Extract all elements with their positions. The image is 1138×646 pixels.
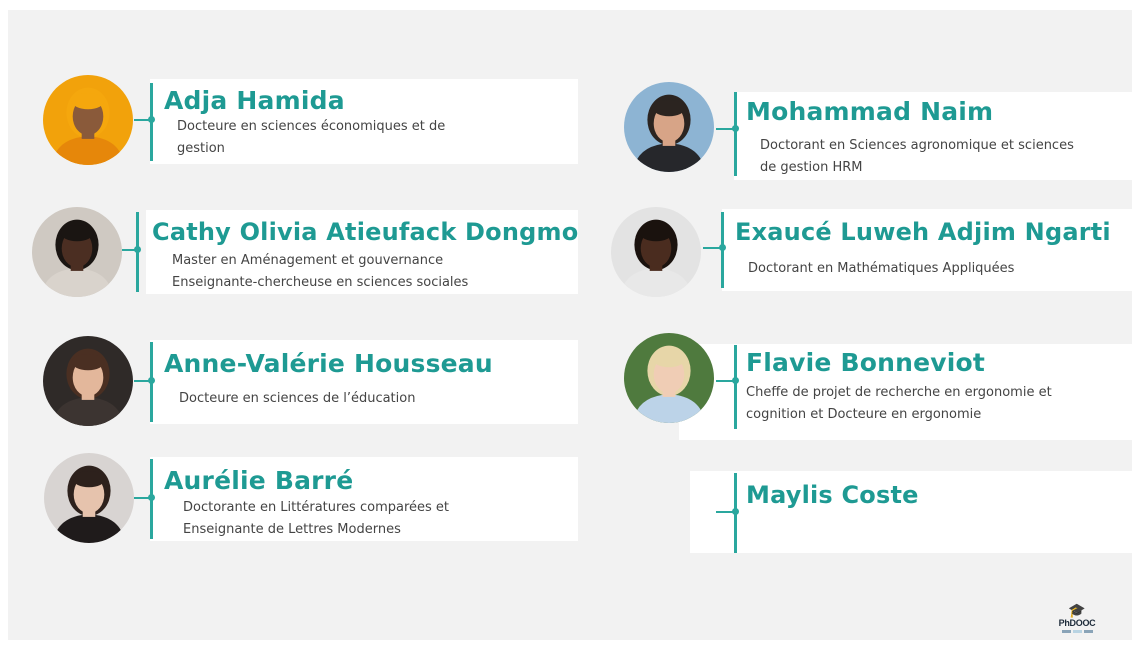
description-line: Cheffe de projet de recherche en ergonom… [746,385,1052,400]
person-name: Adja Hamida [164,86,345,115]
person-photo-icon [32,207,122,297]
logo-brand-text: PhDOOC [1058,618,1096,628]
person-name: Anne-Valérie Housseau [164,349,493,378]
avatar-0 [43,75,133,165]
person-description: Docteure en sciences économiques et de g… [177,116,445,160]
person-description: Doctorant en Sciences agronomique et sci… [760,135,1074,179]
connector-dot [148,377,155,384]
avatar-4 [624,82,714,172]
avatar-3 [44,453,134,543]
connector-dot [148,116,155,123]
description-line: gestion [177,141,225,156]
connector-dot [134,246,141,253]
connector-vertical [734,92,737,176]
connector-dot [148,494,155,501]
person-name: Exaucé Luweh Adjim Ngarti [735,218,1111,246]
person-photo-icon [624,82,714,172]
connector-dot [732,508,739,515]
person-photo-icon [611,207,701,297]
person-description: Doctorant en Mathématiques Appliquées [748,258,1014,280]
graduation-cap-icon: 🎓 [1068,603,1086,619]
description-line: Enseignante-chercheuse en sciences socia… [172,275,469,290]
person-name: Maylis Coste [746,481,919,509]
person-description: Cheffe de projet de recherche en ergonom… [746,382,1052,426]
phdooc-logo: 🎓 PhDOOC [1057,604,1097,644]
description-line: de gestion HRM [760,160,863,175]
avatar-5 [611,207,701,297]
description-line: Doctorant en Sciences agronomique et sci… [760,138,1074,153]
description-line: Master en Aménagement et gouvernance [172,253,444,268]
connector-dot [732,125,739,132]
person-name: Flavie Bonneviot [746,348,986,377]
description-line: cognition et Docteure en ergonomie [746,407,982,422]
connector-vertical [734,345,737,429]
person-photo-icon [44,453,134,543]
description-line: Doctorant en Mathématiques Appliquées [748,261,1015,276]
avatar-2 [43,336,133,426]
avatar-6 [624,333,714,423]
person-description: Master en Aménagement et gouvernance Ens… [172,250,468,294]
person-description: Docteure en sciences de l’éducation [179,388,415,410]
person-photo-icon [43,336,133,426]
connector-dot [719,244,726,251]
description-line: Enseignante de Lettres Modernes [183,522,401,537]
person-name: Cathy Olivia Atieufack Dongmo [152,218,579,246]
description-line: Docteure en sciences économiques et de [177,119,446,134]
person-photo-icon [43,75,133,165]
person-description: Doctorante en Littératures comparées et … [183,497,449,541]
connector-dot [732,377,739,384]
person-name: Aurélie Barré [164,466,354,495]
person-photo-icon [624,333,714,423]
description-line: Docteure en sciences de l’éducation [179,391,416,406]
logo-sub-mark [1057,630,1097,633]
person-name: Mohammad Naim [746,97,994,126]
avatar-1 [32,207,122,297]
description-line: Doctorante en Littératures comparées et [183,500,450,515]
